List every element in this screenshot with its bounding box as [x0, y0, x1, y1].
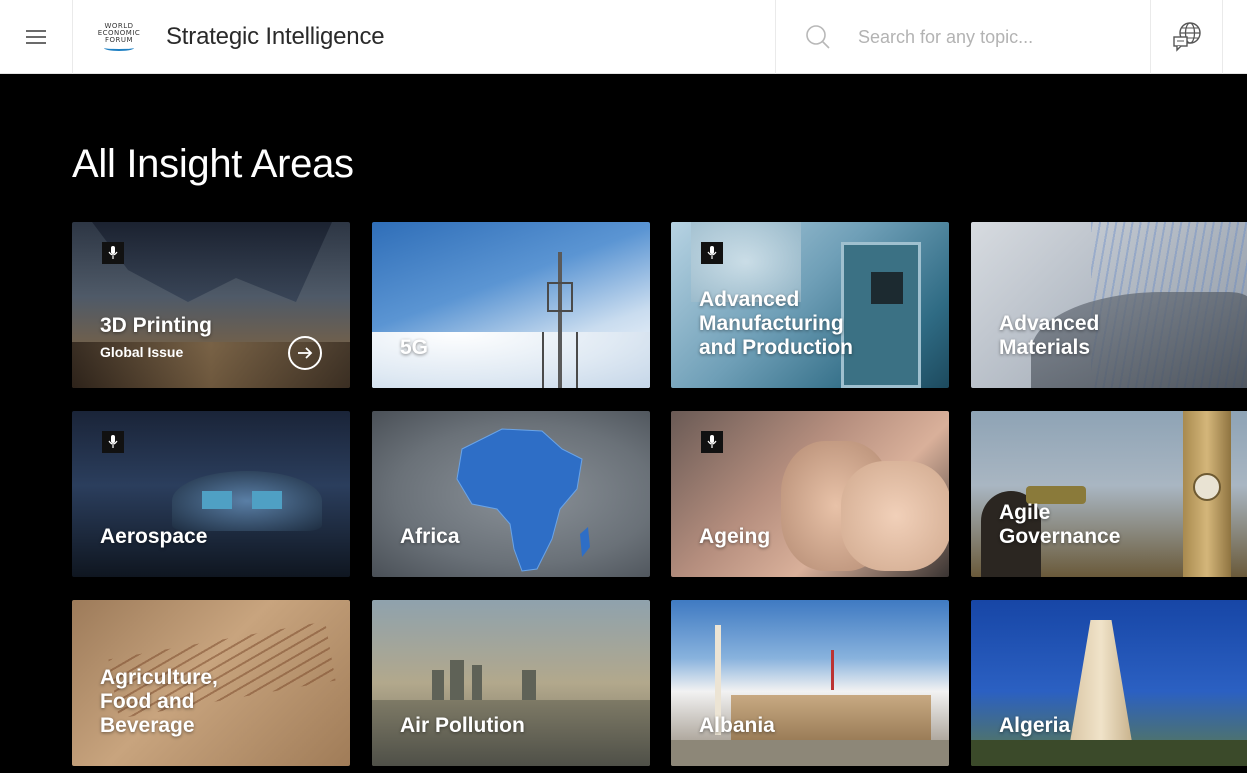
insight-areas-grid: 3D Printing Global Issue 5G Advanced Man… — [72, 222, 1247, 773]
podcast-mic-icon — [701, 242, 723, 264]
card-title: Ageing — [699, 524, 771, 548]
insight-card-algeria[interactable]: Algeria — [971, 600, 1247, 766]
card-title: 3D Printing — [100, 313, 213, 337]
insight-card-advanced-manufacturing[interactable]: Advanced Manufacturing and Production — [671, 222, 949, 388]
card-title: Air Pollution — [400, 713, 525, 737]
card-title: 5G — [400, 335, 429, 359]
card-title: Advanced Manufacturing and Production — [699, 287, 853, 359]
podcast-mic-icon — [102, 242, 124, 264]
brand-home-link[interactable]: WORLD ECONOMIC FORUM Strategic Intellige… — [90, 14, 385, 60]
search-input[interactable] — [858, 26, 1128, 48]
app-title: Strategic Intelligence — [166, 23, 385, 50]
hamburger-menu-button[interactable] — [0, 0, 73, 74]
wef-logo: WORLD ECONOMIC FORUM — [90, 17, 148, 57]
search-bar — [775, 0, 1151, 74]
card-title: Africa — [400, 524, 460, 548]
card-subtitle: Global Issue — [100, 344, 184, 360]
insight-card-aerospace[interactable]: Aerospace — [72, 411, 350, 577]
arrow-right-icon[interactable] — [288, 336, 322, 370]
insight-card-advanced-materials[interactable]: Advanced Materials — [971, 222, 1247, 388]
top-navigation-bar: WORLD ECONOMIC FORUM Strategic Intellige… — [0, 0, 1247, 74]
language-globe-icon — [1172, 22, 1201, 52]
search-icon[interactable] — [804, 23, 832, 51]
card-title: Advanced Materials — [999, 311, 1100, 359]
insight-card-albania[interactable]: Albania — [671, 600, 949, 766]
podcast-mic-icon — [102, 431, 124, 453]
insight-card-agriculture[interactable]: Agriculture, Food and Beverage — [72, 600, 350, 766]
insight-card-5g[interactable]: 5G — [372, 222, 650, 388]
page-title: All Insight Areas — [72, 142, 354, 186]
card-title: Agriculture, Food and Beverage — [100, 665, 218, 737]
insight-card-ageing[interactable]: Ageing — [671, 411, 949, 577]
card-title: Aerospace — [100, 524, 208, 548]
insight-card-3d-printing[interactable]: 3D Printing Global Issue — [72, 222, 350, 388]
insight-card-air-pollution[interactable]: Air Pollution — [372, 600, 650, 766]
podcast-mic-icon — [701, 431, 723, 453]
insight-card-africa[interactable]: Africa — [372, 411, 650, 577]
language-button[interactable] — [1151, 0, 1223, 74]
card-title: Agile Governance — [999, 500, 1121, 548]
card-title: Albania — [699, 713, 775, 737]
card-title: Algeria — [999, 713, 1071, 737]
hamburger-menu-icon — [26, 30, 46, 44]
insight-card-agile-governance[interactable]: Agile Governance — [971, 411, 1247, 577]
